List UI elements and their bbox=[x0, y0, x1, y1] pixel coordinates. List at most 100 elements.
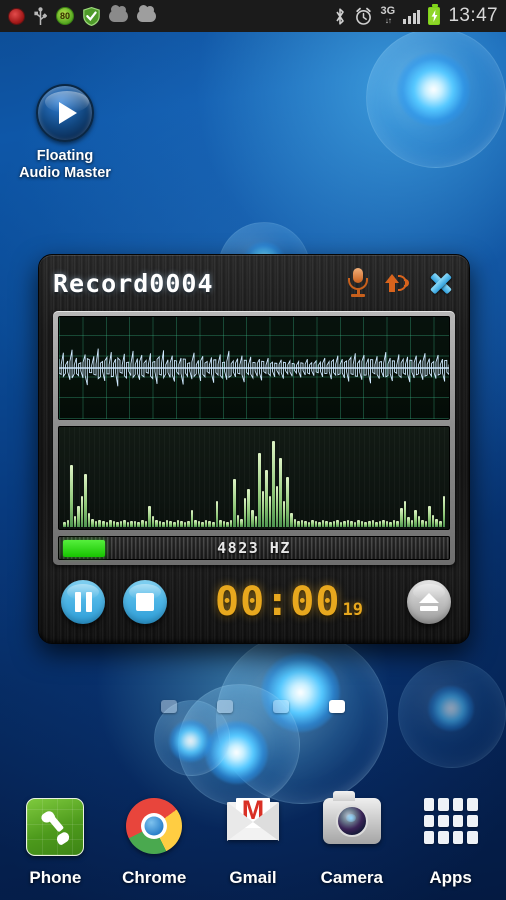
spectrum-bar bbox=[286, 476, 289, 527]
spectrum-bar bbox=[141, 519, 144, 527]
close-x-icon[interactable] bbox=[427, 269, 455, 297]
window-titlebar[interactable]: Record0004 bbox=[39, 255, 469, 311]
spectrum-bar bbox=[357, 519, 360, 527]
spectrum-bar bbox=[176, 519, 180, 527]
spectrum-bar bbox=[304, 521, 307, 527]
spectrum-bar bbox=[421, 519, 424, 527]
spectrum-bar bbox=[325, 521, 329, 527]
spectrum-bar bbox=[162, 522, 165, 527]
dock-item-camera[interactable]: Camera bbox=[306, 790, 398, 888]
stop-icon bbox=[136, 593, 154, 611]
floating-audio-recorder-window[interactable]: Record0004 4823 HZ 00:00 19 bbox=[38, 254, 470, 644]
spectrum-bar bbox=[70, 464, 73, 527]
signal-bars-icon bbox=[403, 9, 421, 24]
spectrum-bar bbox=[353, 522, 357, 527]
spectrum-bar bbox=[290, 512, 293, 527]
page-dot[interactable] bbox=[273, 700, 289, 713]
page-dot[interactable] bbox=[161, 700, 177, 713]
battery-charging-icon bbox=[428, 4, 441, 25]
spectrum-bar bbox=[109, 519, 112, 527]
spectrum-bar bbox=[300, 519, 304, 527]
spectrum-bar bbox=[180, 521, 183, 527]
spectrum-bar bbox=[382, 519, 385, 527]
spectrum-bar bbox=[172, 522, 176, 527]
spectrum-bar bbox=[364, 522, 368, 527]
page-dot[interactable] bbox=[217, 700, 233, 713]
dock-item-apps[interactable]: Apps bbox=[405, 789, 497, 888]
spectrum-bar bbox=[339, 522, 343, 527]
spectrum-bar bbox=[236, 515, 240, 527]
status-bar[interactable]: 80 3G ↓↑ 13:47 bbox=[0, 0, 506, 32]
eject-button[interactable] bbox=[407, 580, 451, 624]
spectrum-bar bbox=[219, 519, 222, 527]
spectrum-bar bbox=[73, 516, 77, 527]
spectrum-analyzer-display bbox=[58, 426, 450, 530]
spectrum-bar bbox=[215, 500, 219, 527]
gmail-icon: M bbox=[222, 797, 284, 860]
cloud-sync-icon bbox=[137, 5, 156, 22]
phone-screen: 80 3G ↓↑ 13:47 Floating Audio Master Rec… bbox=[0, 0, 506, 900]
spectrum-bar bbox=[265, 469, 268, 527]
spectrum-bar bbox=[190, 510, 194, 527]
stop-button[interactable] bbox=[123, 580, 167, 624]
spectrum-bar bbox=[258, 452, 261, 527]
spectrum-bar bbox=[254, 516, 258, 527]
spectrum-bar bbox=[112, 521, 116, 527]
spectrum-bar bbox=[240, 518, 243, 527]
spectrum-bar bbox=[414, 510, 417, 527]
speaker-up-icon[interactable] bbox=[383, 270, 413, 296]
spectrum-bar bbox=[77, 505, 80, 527]
spectrum-bar bbox=[389, 522, 392, 527]
dock-label: Gmail bbox=[229, 868, 277, 887]
spectrum-bar bbox=[204, 519, 208, 527]
apps-grid-icon bbox=[420, 798, 482, 860]
spectrum-bar bbox=[243, 498, 247, 527]
record-indicator-icon bbox=[8, 7, 25, 25]
spectrum-bar bbox=[282, 500, 286, 527]
pause-icon bbox=[74, 592, 92, 612]
titlebar-actions bbox=[347, 268, 455, 298]
spectrum-bar bbox=[385, 521, 389, 527]
waveform-display bbox=[58, 316, 450, 420]
spectrum-bar bbox=[407, 517, 410, 527]
spectrum-bar bbox=[268, 495, 272, 527]
spectrum-bar bbox=[279, 457, 282, 527]
spectrum-bar bbox=[329, 522, 332, 527]
spectrum-bar bbox=[123, 519, 126, 527]
spectrum-bar bbox=[332, 521, 336, 527]
spectrum-bar bbox=[169, 521, 172, 527]
eject-icon bbox=[419, 593, 439, 611]
page-dot[interactable] bbox=[329, 700, 345, 713]
battery-percent-badge-icon: 80 bbox=[56, 7, 74, 25]
dock-item-chrome[interactable]: Chrome bbox=[108, 795, 200, 888]
spectrum-bar bbox=[424, 521, 428, 527]
spectrum-bar bbox=[410, 519, 414, 527]
spectrum-bar bbox=[399, 507, 403, 527]
spectrum-bar bbox=[346, 519, 350, 527]
spectrum-bar bbox=[222, 521, 226, 527]
spectrum-bar bbox=[197, 521, 201, 527]
spectrum-bar bbox=[84, 474, 87, 527]
spectrum-bar bbox=[431, 515, 435, 527]
status-bar-clock: 13:47 bbox=[448, 5, 498, 26]
bluetooth-icon bbox=[334, 7, 346, 26]
display-bezel: 4823 HZ bbox=[53, 311, 455, 565]
spectrum-bar bbox=[183, 522, 187, 527]
spectrum-bar bbox=[151, 516, 155, 527]
spectrum-bar bbox=[208, 521, 211, 527]
pause-button[interactable] bbox=[61, 580, 105, 624]
dock-item-gmail[interactable]: M Gmail bbox=[207, 789, 299, 888]
microphone-icon[interactable] bbox=[347, 268, 369, 298]
shortcut-floating-audio-master[interactable]: Floating Audio Master bbox=[18, 84, 112, 182]
spectrum-bar bbox=[392, 519, 396, 527]
spectrum-bar bbox=[98, 519, 102, 527]
network-type-icon: 3G ↓↑ bbox=[380, 5, 396, 26]
home-page-indicator bbox=[0, 700, 506, 713]
spectrum-bar bbox=[396, 521, 399, 527]
dock-item-phone[interactable]: Phone bbox=[9, 796, 101, 888]
spectrum-bar bbox=[87, 512, 91, 527]
play-circle-icon[interactable] bbox=[36, 84, 94, 142]
dock-label: Camera bbox=[320, 868, 383, 887]
app-dock: Phone Chrome M Gmail Camera Apps bbox=[0, 789, 506, 888]
spectrum-bar bbox=[293, 518, 297, 527]
